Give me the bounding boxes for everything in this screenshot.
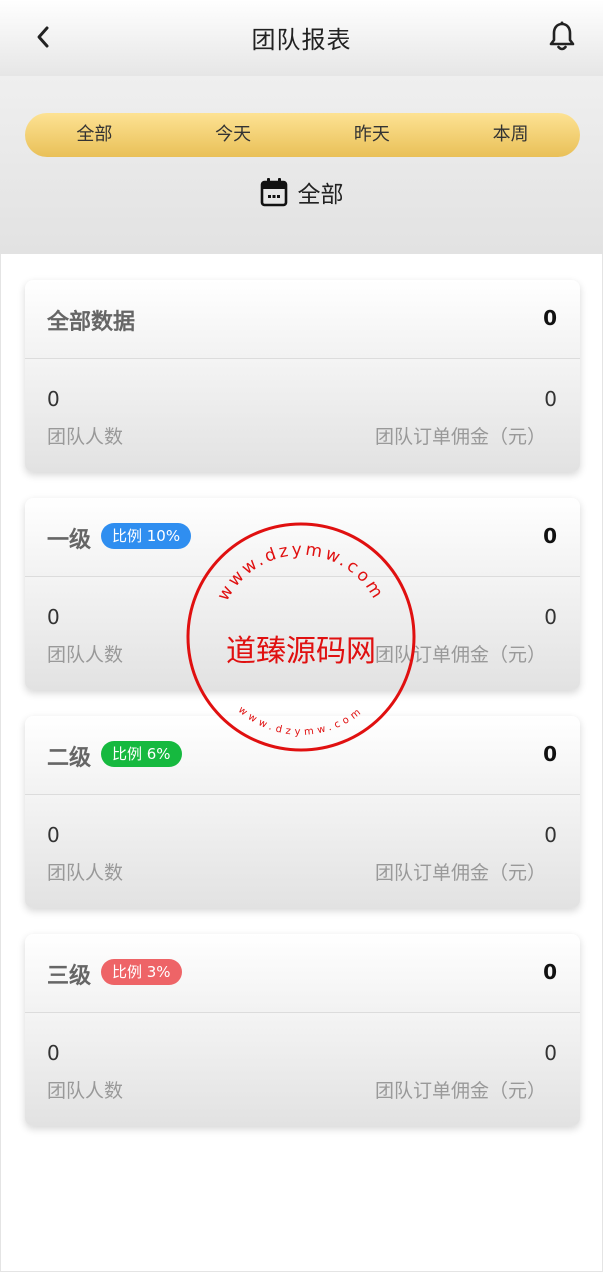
team-members-value: 0 [47, 823, 60, 847]
card-header: 三级 比例 3% 0 [25, 934, 580, 1013]
team-members-label: 团队人数 [47, 644, 124, 666]
card-title: 全部数据 [47, 310, 136, 335]
selected-date-label: 全部 [297, 182, 344, 208]
team-commission-value: 0 [544, 387, 557, 411]
summary-card-level-2: 二级 比例 6% 0 0 团队人数 0 团队订单佣金（元） [25, 716, 580, 908]
bell-icon [549, 21, 575, 51]
card-total: 0 [543, 306, 557, 330]
card-title: 一级 [47, 528, 92, 553]
summary-card-all: 全部数据 0 0 团队人数 0 团队订单佣金（元） [25, 280, 580, 472]
team-members-label: 团队人数 [47, 862, 124, 884]
page-title: 团队报表 [251, 26, 352, 54]
filter-panel: 全部 今天 昨天 本周 全部 [0, 76, 603, 254]
team-members-value: 0 [47, 1041, 60, 1065]
card-header: 二级 比例 6% 0 [25, 716, 580, 795]
calendar-icon [260, 178, 287, 207]
team-commission-label: 团队订单佣金（元） [374, 426, 546, 448]
card-total: 0 [543, 742, 557, 766]
card-body: 0 团队人数 0 团队订单佣金（元） [25, 359, 580, 472]
card-total: 0 [543, 524, 557, 548]
team-commission-value: 0 [544, 823, 557, 847]
card-title: 三级 [47, 964, 92, 989]
team-commission-value: 0 [544, 605, 557, 629]
tab-all[interactable]: 全部 [25, 113, 164, 157]
team-members-value: 0 [47, 605, 60, 629]
tab-this-week[interactable]: 本周 [441, 113, 580, 157]
tab-yesterday[interactable]: 昨天 [303, 113, 442, 157]
team-commission-value: 0 [544, 1041, 557, 1065]
card-title: 二级 [47, 746, 92, 771]
team-commission-label: 团队订单佣金（元） [374, 1080, 546, 1102]
date-picker[interactable]: 全部 [0, 175, 603, 209]
summary-card-level-3: 三级 比例 3% 0 0 团队人数 0 团队订单佣金（元） [25, 934, 580, 1126]
card-body: 0 团队人数 0 团队订单佣金（元） [25, 795, 580, 908]
ratio-badge: 比例 6% [101, 741, 182, 767]
team-commission-label: 团队订单佣金（元） [374, 644, 546, 666]
card-header: 一级 比例 10% 0 [25, 498, 580, 577]
summary-card-level-1: 一级 比例 10% 0 0 团队人数 0 团队订单佣金（元） [25, 498, 580, 690]
team-members-label: 团队人数 [47, 1080, 124, 1102]
notifications-button[interactable] [545, 18, 579, 56]
period-tabs: 全部 今天 昨天 本周 [25, 113, 580, 157]
card-body: 0 团队人数 0 团队订单佣金（元） [25, 1013, 580, 1126]
team-members-label: 团队人数 [47, 426, 124, 448]
team-members-value: 0 [47, 387, 60, 411]
card-total: 0 [543, 960, 557, 984]
card-body: 0 团队人数 0 团队订单佣金（元） [25, 577, 580, 690]
top-bar: 团队报表 [0, 0, 603, 76]
card-header: 全部数据 0 [25, 280, 580, 359]
ratio-badge: 比例 3% [101, 959, 182, 985]
tab-today[interactable]: 今天 [164, 113, 303, 157]
ratio-badge: 比例 10% [101, 523, 192, 549]
team-commission-label: 团队订单佣金（元） [374, 862, 546, 884]
